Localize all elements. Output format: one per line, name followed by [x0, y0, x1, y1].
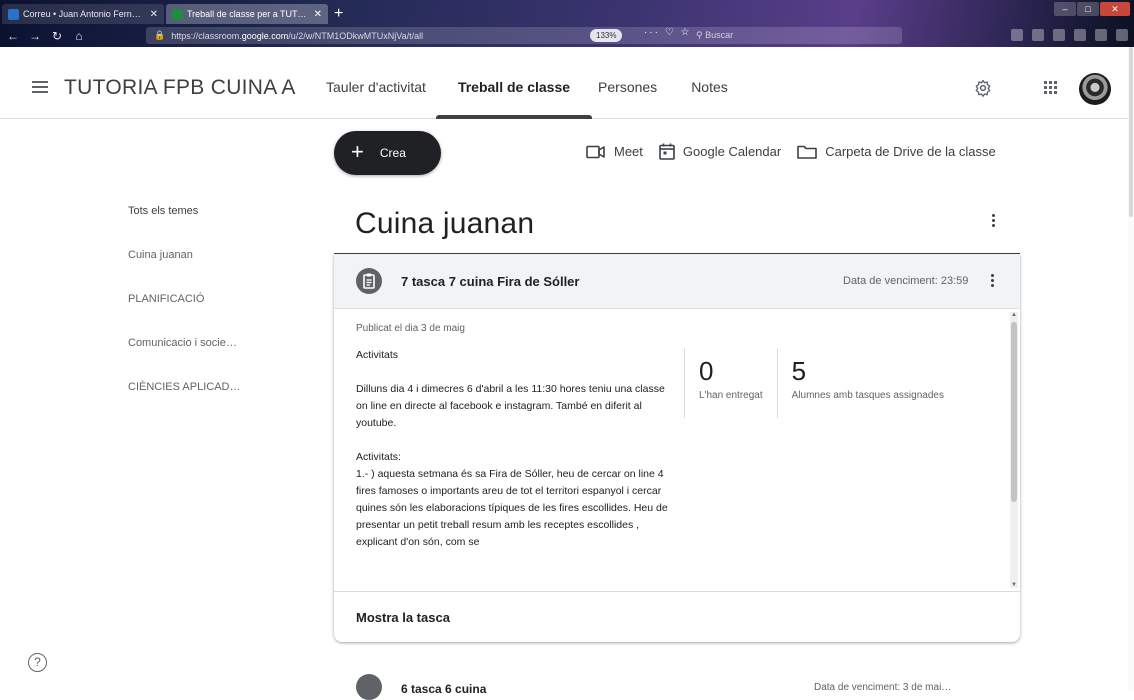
description-paragraph: Dilluns dia 4 i dimecres 6 d'abril a les… — [356, 383, 665, 429]
assignment-header[interactable]: 7 tasca 7 cuina Fira de Sóller Data de v… — [334, 254, 1020, 309]
page-scrollbar[interactable] — [1128, 47, 1134, 690]
assignment-stats: 0 L'han entregat 5 Alumnes amb tasques a… — [684, 348, 958, 418]
menu-icon[interactable] — [1116, 29, 1128, 41]
class-actions: Meet Google Calendar Carpeta de Drive de… — [586, 143, 1012, 160]
turned-in-label: L'han entregat — [699, 390, 763, 401]
close-tab-icon[interactable]: ✕ — [314, 9, 322, 20]
new-tab-button[interactable]: + — [334, 4, 343, 24]
topic-item-ciencies[interactable]: CIÈNCIES APLICAD… — [128, 381, 240, 425]
browser-search-input[interactable]: ⚲ Buscar — [696, 27, 733, 44]
back-arrow-icon[interactable]: ← — [4, 29, 22, 43]
zoom-indicator[interactable]: 133% — [590, 29, 623, 42]
turned-in-count: 0 — [699, 356, 714, 386]
tab-stream[interactable]: Tauler d'activitat — [326, 47, 452, 119]
topic-more-options-icon[interactable] — [992, 214, 996, 229]
search-icon: ⚲ — [696, 30, 706, 40]
assignment-due-date: Data de venciment: 3 de mai… — [814, 682, 952, 693]
scrollbar-thumb[interactable] — [1011, 322, 1017, 502]
hamburger-menu-icon[interactable] — [32, 81, 48, 93]
page-scrollbar-thumb[interactable] — [1129, 47, 1133, 217]
window-controls: – □ ✕ — [1054, 2, 1130, 16]
minimize-icon[interactable]: – — [1054, 2, 1076, 16]
forward-arrow-icon[interactable]: → — [26, 29, 44, 43]
topic-list: Tots els temes Cuina juanan PLANIFICACIÓ… — [128, 205, 240, 425]
description-scrollbar[interactable]: ▲ ▼ — [1010, 312, 1018, 588]
video-camera-icon — [586, 145, 605, 158]
description-paragraph: Activitats: 1.- ) aquesta setmana és sa … — [356, 451, 668, 548]
tab-grades[interactable]: Notes — [691, 47, 754, 119]
browser-tab-mail[interactable]: Correu • Juan Antonio Fernand… ✕ — [2, 4, 164, 24]
topic-title: Cuina juanan — [355, 207, 535, 240]
url-text: https://classroom.google.com/u/2/w/NTM1O… — [171, 30, 424, 41]
browser-tab-title: Correu • Juan Antonio Fernand… — [23, 9, 146, 19]
scroll-up-icon[interactable]: ▲ — [1010, 312, 1018, 318]
reload-icon[interactable]: ↻ — [48, 29, 66, 43]
browser-tab-title: Treball de classe per a TUTORI… — [187, 9, 310, 19]
assignment-footer: Mostra la tasca — [334, 591, 1020, 642]
extension-icon[interactable] — [1074, 29, 1086, 41]
page-actions-icon[interactable]: ··· ♡ ☆ — [644, 27, 691, 38]
topic-item-all[interactable]: Tots els temes — [128, 205, 240, 249]
shield-lock-icon: 🔒 — [154, 30, 166, 40]
close-tab-icon[interactable]: ✕ — [150, 9, 158, 20]
turned-in-stat[interactable]: 0 L'han entregat — [685, 348, 777, 418]
description-paragraph: Activitats — [356, 349, 399, 361]
class-nav-tabs: Tauler d'activitat Treball de classe Per… — [326, 47, 754, 119]
assignment-title: 7 tasca 7 cuina Fira de Sóller — [401, 274, 580, 289]
browser-tab-strip: Correu • Juan Antonio Fernand… ✕ Treball… — [0, 0, 343, 24]
home-icon[interactable]: ⌂ — [70, 29, 88, 43]
meet-link[interactable]: Meet — [586, 144, 643, 159]
class-title[interactable]: TUTORIA FPB CUINA A — [64, 76, 296, 100]
calendar-label: Google Calendar — [682, 144, 782, 159]
settings-gear-icon[interactable] — [974, 79, 992, 97]
library-icon[interactable] — [1011, 29, 1023, 41]
published-date: Publicat el dia 3 de maig — [356, 323, 465, 334]
assigned-count: 5 — [791, 356, 807, 386]
show-assignment-link[interactable]: Mostra la tasca — [356, 610, 450, 625]
topic-item-planificacio[interactable]: PLANIFICACIÓ — [128, 293, 240, 337]
browser-tab-classroom[interactable]: Treball de classe per a TUTORI… ✕ — [166, 4, 328, 24]
drive-label: Carpeta de Drive de la classe — [825, 144, 996, 159]
assignment-more-options-icon[interactable] — [991, 274, 995, 289]
create-button[interactable]: + Crea — [334, 131, 441, 175]
assignment-due-date: Data de venciment: 23:59 — [843, 275, 969, 287]
assignment-card: 7 tasca 7 cuina Fira de Sóller Data de v… — [334, 254, 1020, 642]
browser-toolbar-icons — [1011, 29, 1128, 41]
close-window-icon[interactable]: ✕ — [1100, 2, 1130, 16]
drive-folder-link[interactable]: Carpeta de Drive de la classe — [797, 144, 996, 159]
topic-item-comunicacio[interactable]: Comunicacio i socie… — [128, 337, 240, 381]
browser-chrome: Correu • Juan Antonio Fernand… ✕ Treball… — [0, 0, 1134, 47]
scroll-down-icon[interactable]: ▼ — [1010, 582, 1018, 588]
assignment-description: Activitats Dilluns dia 4 i dimecres 6 d'… — [356, 347, 674, 551]
topic-item-cuina-juanan[interactable]: Cuina juanan — [128, 249, 240, 293]
address-bar[interactable]: 🔒 https://classroom.google.com/u/2/w/NTM… — [146, 27, 902, 44]
create-button-label: Crea — [379, 146, 406, 160]
apps-grid-icon[interactable] — [1044, 81, 1058, 95]
extension-icon[interactable] — [1053, 29, 1065, 41]
app-header: TUTORIA FPB CUINA A Tauler d'activitat T… — [0, 47, 1134, 119]
sidebar-icon[interactable] — [1032, 29, 1044, 41]
assignment-icon — [356, 674, 382, 700]
browser-navbar: ← → ↻ ⌂ 🔒 https://classroom.google.com/u… — [0, 24, 1134, 47]
classroom-favicon-icon — [172, 8, 183, 20]
plus-icon: + — [351, 139, 364, 164]
assigned-stat[interactable]: 5 Alumnes amb tasques assignades — [776, 348, 958, 418]
tab-people[interactable]: Persones — [598, 47, 683, 119]
assignment-icon — [356, 268, 382, 294]
help-icon[interactable]: ? — [28, 653, 47, 672]
calendar-link[interactable]: Google Calendar — [659, 143, 781, 160]
meet-label: Meet — [614, 144, 643, 159]
folder-icon — [797, 145, 818, 159]
assigned-label: Alumnes amb tasques assignades — [791, 390, 944, 401]
tab-classwork[interactable]: Treball de classe — [435, 47, 596, 119]
assignment-details: Publicat el dia 3 de maig Activitats Dil… — [334, 310, 1020, 590]
avatar[interactable] — [1079, 73, 1111, 105]
mail-favicon-icon — [8, 8, 19, 20]
assignment-title: 6 tasca 6 cuina — [401, 682, 487, 696]
calendar-icon — [659, 143, 675, 160]
extension-icon[interactable] — [1095, 29, 1107, 41]
maximize-icon[interactable]: □ — [1077, 2, 1099, 16]
